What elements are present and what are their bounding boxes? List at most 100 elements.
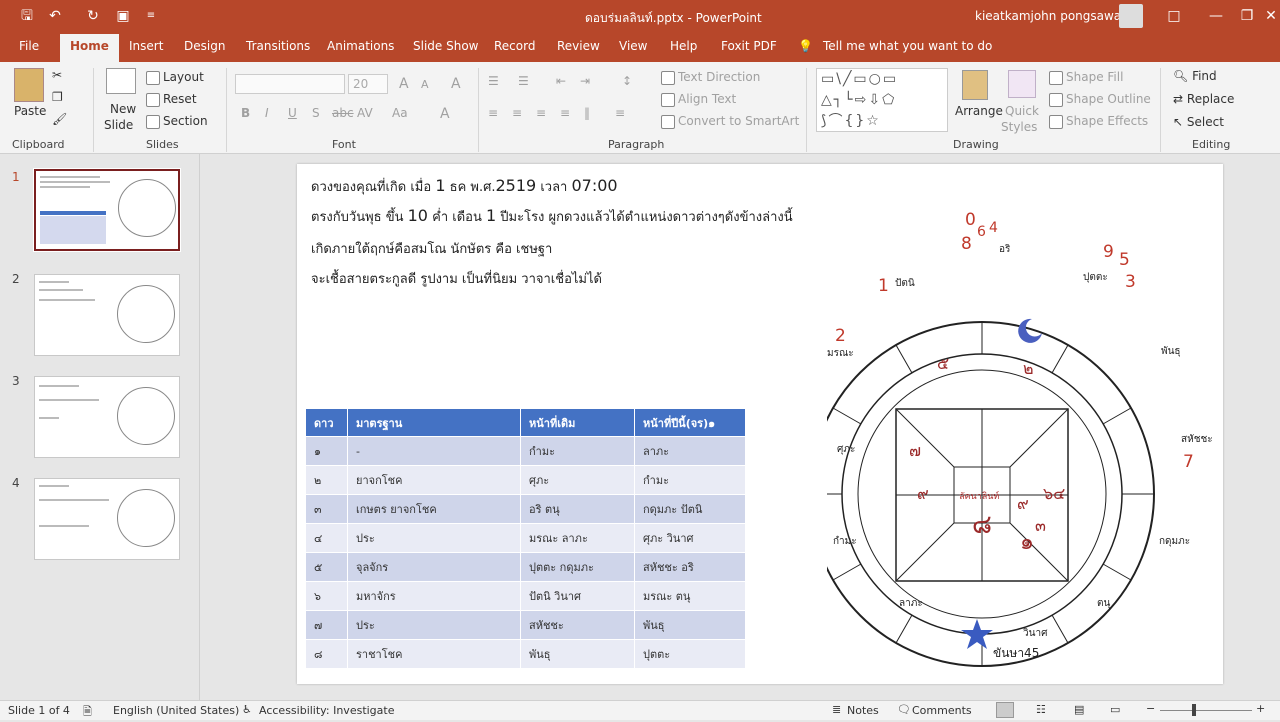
slide-thumbnail-3[interactable] bbox=[34, 376, 180, 458]
slide-thumbnail-4[interactable] bbox=[34, 478, 180, 560]
tab-record[interactable]: Record bbox=[494, 39, 535, 53]
comments-button[interactable]: Comments bbox=[912, 704, 972, 717]
slideshow-view-icon[interactable]: ▭ bbox=[1110, 703, 1120, 716]
justify-icon[interactable]: ≡ bbox=[560, 106, 570, 120]
planet-table[interactable]: ดาว มาตรฐาน หน้าที่เดิม หน้าที่ปีนี้(จร)… bbox=[305, 408, 746, 669]
arrange-button[interactable]: Arrange bbox=[955, 104, 1003, 118]
shapes-gallery[interactable]: ▭\╱▭○▭ △┐└⇨⇩⬠ ⟆⌒{}☆ bbox=[816, 68, 948, 132]
tab-insert[interactable]: Insert bbox=[129, 39, 163, 53]
save-icon[interactable]: 🖫 bbox=[18, 7, 36, 25]
align-right-icon[interactable]: ≡ bbox=[536, 106, 546, 120]
tab-transitions[interactable]: Transitions bbox=[246, 39, 310, 53]
clear-format-button[interactable]: A bbox=[451, 76, 461, 92]
zoom-slider[interactable] bbox=[1160, 710, 1252, 711]
increase-indent-icon[interactable]: ⇥ bbox=[580, 74, 590, 88]
spellcheck-icon[interactable]: 🗎 bbox=[83, 703, 92, 722]
quick-styles-label[interactable]: Quick bbox=[1005, 104, 1039, 118]
shape-outline-button[interactable]: Shape Outline bbox=[1066, 92, 1151, 106]
notes-button[interactable]: Notes bbox=[847, 704, 879, 717]
find-button[interactable]: Find bbox=[1192, 69, 1217, 83]
slide-text-line-2[interactable]: ตรงกับวันพุธ ขึ้น 10 ค่ำ เดือน 1 ปีมะโรง… bbox=[311, 206, 793, 227]
copy-icon[interactable]: ❐ bbox=[52, 90, 63, 104]
smartart-icon bbox=[661, 114, 675, 129]
arrange-icon[interactable] bbox=[962, 70, 988, 100]
accessibility-status[interactable]: Accessibility: Investigate bbox=[259, 704, 395, 717]
avatar[interactable] bbox=[1119, 4, 1143, 28]
horoscope-chart[interactable]: ลัคนาลินท์ ๕ ๒ ๗ ๙ ๘ ๑ ๙ ๓ ๖๔ ปัตนิ มรณะ… bbox=[827, 210, 1217, 674]
bold-button[interactable]: B bbox=[241, 106, 250, 120]
undo-icon[interactable]: ↶ bbox=[46, 7, 64, 25]
customize-qat-icon[interactable]: ≡ bbox=[142, 7, 160, 25]
tab-review[interactable]: Review bbox=[557, 39, 600, 53]
slide-canvas[interactable]: ดวงของคุณที่เกิด เมื่อ 1 ธค พ.ศ.2519 เวล… bbox=[297, 164, 1223, 684]
tab-foxit-pdf[interactable]: Foxit PDF bbox=[721, 39, 777, 53]
slide-text-line-3[interactable]: เกิดภายใต้ฤกษ์คือสมโณ นักษัตร คือ เชษฐา bbox=[311, 238, 552, 259]
char-spacing-button[interactable]: AV bbox=[357, 106, 373, 120]
text-direction-button[interactable]: Text Direction bbox=[678, 70, 760, 84]
select-button[interactable]: Select bbox=[1187, 115, 1224, 129]
normal-view-icon[interactable] bbox=[996, 702, 1014, 718]
font-color-button[interactable]: A bbox=[440, 106, 450, 122]
table-cell: กำมะ bbox=[634, 465, 746, 495]
shadow-button[interactable]: S bbox=[312, 106, 320, 120]
quick-styles-label2[interactable]: Styles bbox=[1001, 120, 1037, 134]
tab-file[interactable]: File bbox=[19, 39, 39, 53]
reading-view-icon[interactable]: ▤ bbox=[1074, 703, 1084, 716]
redo-icon[interactable]: ↻ bbox=[84, 7, 102, 25]
line-spacing-icon[interactable]: ↕ bbox=[622, 74, 632, 88]
grow-font-button[interactable]: A bbox=[399, 76, 409, 92]
underline-button[interactable]: U bbox=[288, 106, 297, 120]
ribbon-display-icon[interactable]: □ bbox=[1165, 7, 1183, 25]
user-name[interactable]: kieatkamjohn pongsawad bbox=[975, 9, 1129, 23]
bullets-icon[interactable]: ☰ bbox=[488, 74, 499, 88]
slide-sorter-icon[interactable]: ☷ bbox=[1036, 703, 1046, 716]
section-button[interactable]: Section bbox=[163, 114, 208, 128]
slide-thumbnail-2[interactable] bbox=[34, 274, 180, 356]
zoom-in-icon[interactable]: + bbox=[1256, 702, 1265, 715]
tab-home[interactable]: Home bbox=[60, 34, 119, 62]
slide-text-line-1[interactable]: ดวงของคุณที่เกิด เมื่อ 1 ธค พ.ศ.2519 เวล… bbox=[311, 176, 618, 197]
tell-me-box[interactable]: Tell me what you want to do bbox=[823, 39, 992, 53]
font-name-input[interactable] bbox=[235, 74, 345, 94]
columns-icon[interactable]: ‖ bbox=[584, 106, 590, 120]
new-slide-label2[interactable]: Slide bbox=[104, 118, 133, 132]
quick-styles-icon[interactable] bbox=[1008, 70, 1036, 98]
paste-icon[interactable] bbox=[14, 68, 44, 102]
close-icon[interactable]: ✕ bbox=[1262, 7, 1280, 25]
new-slide-label[interactable]: New bbox=[110, 102, 136, 116]
tab-design[interactable]: Design bbox=[184, 39, 225, 53]
zoom-out-icon[interactable]: − bbox=[1146, 702, 1155, 715]
tab-help[interactable]: Help bbox=[670, 39, 697, 53]
restore-icon[interactable]: ❐ bbox=[1238, 7, 1256, 25]
strikethrough-button[interactable]: abc bbox=[332, 106, 354, 120]
cut-icon[interactable]: ✂ bbox=[52, 68, 62, 82]
slide-thumbnail-1[interactable] bbox=[33, 168, 181, 252]
align-center-icon[interactable]: ≡ bbox=[512, 106, 522, 120]
tab-view[interactable]: View bbox=[619, 39, 647, 53]
tab-slide-show[interactable]: Slide Show bbox=[413, 39, 478, 53]
italic-button[interactable]: I bbox=[265, 106, 269, 120]
format-painter-icon[interactable]: 🖌 bbox=[52, 112, 67, 126]
paste-button[interactable]: Paste bbox=[14, 104, 46, 118]
reset-button[interactable]: Reset bbox=[163, 92, 197, 106]
slide-text-line-4[interactable]: จะเชื้อสายตระกูลดี รูปงาม เป็นที่นิยม วา… bbox=[311, 268, 602, 289]
align-text-button[interactable]: Align Text bbox=[678, 92, 736, 106]
shape-fill-button[interactable]: Shape Fill bbox=[1066, 70, 1123, 84]
shrink-font-button[interactable]: A bbox=[421, 78, 429, 91]
zoom-slider-thumb[interactable] bbox=[1192, 704, 1196, 716]
new-slide-icon[interactable] bbox=[106, 68, 136, 94]
font-size-input[interactable]: 20 bbox=[348, 74, 388, 94]
align-left-icon[interactable]: ≡ bbox=[488, 106, 498, 120]
paragraph-options-icon[interactable]: ≡ bbox=[615, 106, 625, 120]
present-icon[interactable]: ▣ bbox=[114, 7, 132, 25]
language-indicator[interactable]: English (United States) bbox=[113, 704, 239, 717]
shape-effects-button[interactable]: Shape Effects bbox=[1066, 114, 1148, 128]
convert-smartart-button[interactable]: Convert to SmartArt bbox=[678, 114, 799, 128]
decrease-indent-icon[interactable]: ⇤ bbox=[556, 74, 566, 88]
replace-button[interactable]: Replace bbox=[1187, 92, 1234, 106]
layout-button[interactable]: Layout bbox=[163, 70, 204, 84]
tab-animations[interactable]: Animations bbox=[327, 39, 394, 53]
change-case-button[interactable]: Aa bbox=[392, 106, 408, 120]
numbering-icon[interactable]: ☰ bbox=[518, 74, 529, 88]
minimize-icon[interactable]: — bbox=[1207, 7, 1225, 25]
